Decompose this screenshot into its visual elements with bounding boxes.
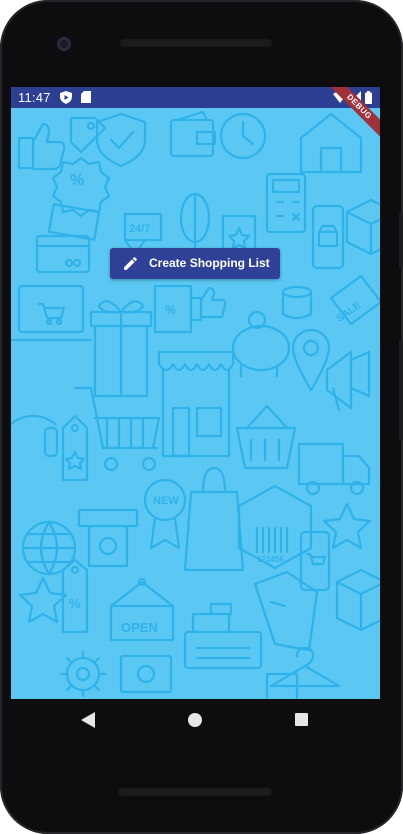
power-button: [399, 213, 403, 268]
pattern-label: OPEN: [121, 620, 158, 635]
open-box-icon: [335, 568, 380, 632]
battery-icon: [365, 91, 372, 104]
hanger-icon: [269, 646, 341, 688]
mobile-cart-icon: [299, 530, 331, 592]
app-screen: % 24/7 % NEW SALE OPEN 123456 % 11:47 DE…: [11, 87, 380, 699]
package-icon: [253, 570, 319, 652]
create-shopping-list-button[interactable]: Create Shopping List: [110, 248, 280, 279]
star-outline-icon: [18, 576, 68, 624]
bottom-speaker: [117, 786, 273, 796]
calculator-icon: [265, 172, 307, 234]
pencil-icon: [124, 257, 137, 270]
home-circle-icon[interactable]: [188, 713, 202, 727]
atm-cash-icon: [77, 508, 139, 568]
phone-frame: % 24/7 % NEW SALE OPEN 123456 % 11:47 DE…: [0, 0, 403, 834]
thumbs-up-icon: [17, 122, 66, 171]
shopping-bag-icon: [183, 466, 245, 572]
earpiece-speaker: [119, 37, 273, 47]
sd-card-icon: [81, 91, 91, 103]
coins-icon: [281, 285, 313, 320]
cash-register-icon: [183, 602, 263, 670]
create-shopping-list-label: Create Shopping List: [149, 256, 270, 270]
house-icon: [299, 112, 363, 174]
new-badge-icon: [143, 478, 187, 550]
piggy-bank-icon: [231, 310, 291, 378]
shield-check-icon: [95, 112, 147, 168]
credit-card-icon: [35, 234, 91, 274]
back-triangle-icon[interactable]: [81, 712, 95, 728]
pattern-label: 24/7: [129, 223, 150, 235]
cash-bills-icon: [119, 654, 173, 694]
pricetag-icon: [69, 116, 107, 154]
shopping-pattern-background: % 24/7 % NEW SALE OPEN 123456 %: [11, 110, 380, 699]
gear-icon: [59, 650, 107, 698]
leaf-icon: [179, 192, 211, 254]
volume-button: [399, 340, 403, 440]
shopping-basket-icon: [235, 404, 297, 470]
mobile-shop-icon: [311, 204, 345, 270]
pattern-label: %: [70, 172, 84, 189]
front-camera: [57, 37, 71, 51]
wallet-icon: [169, 110, 217, 158]
storefront-icon: [157, 350, 235, 458]
recents-square-icon[interactable]: [295, 713, 308, 726]
gift-box-icon: [89, 300, 153, 398]
shield-app-icon: [60, 91, 72, 104]
star-icon: [322, 502, 372, 550]
clock-icon: [219, 112, 267, 160]
megaphone-icon: [325, 350, 371, 412]
laptop-cart-icon: [11, 284, 93, 342]
status-time: 11:47: [18, 90, 51, 105]
delivery-truck-icon: [297, 442, 371, 496]
thumbs-up-small-icon: [189, 286, 227, 322]
box-icon: [345, 198, 380, 256]
hanging-tag-star-icon: [61, 414, 89, 482]
pattern-label: 123456: [257, 555, 284, 564]
location-pin-icon: [291, 328, 331, 392]
pattern-label: %: [69, 596, 81, 611]
system-nav-bar: [11, 699, 380, 744]
pattern-label: NEW: [153, 495, 179, 507]
headphones-icon: [11, 414, 59, 458]
pattern-label: %: [165, 303, 176, 317]
status-bar: 11:47: [11, 87, 380, 108]
